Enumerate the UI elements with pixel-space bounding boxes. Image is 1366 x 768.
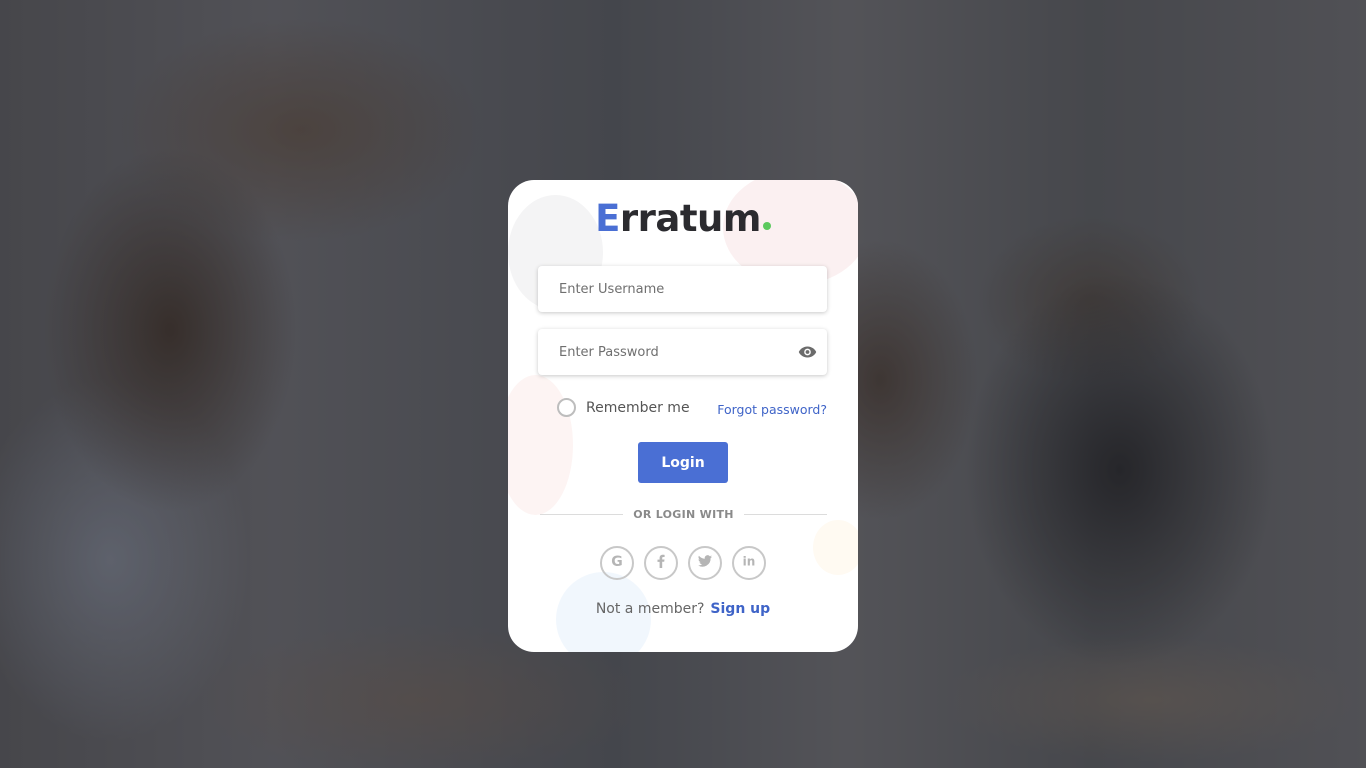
signup-row: Not a member? Sign up [508, 601, 858, 617]
linkedin-login-button[interactable]: in [732, 546, 766, 580]
decorative-blob [508, 375, 573, 515]
google-login-button[interactable]: G [600, 546, 634, 580]
twitter-login-button[interactable] [688, 546, 722, 580]
svg-text:G: G [611, 554, 623, 569]
google-icon: G [609, 553, 625, 573]
forgot-password-link[interactable]: Forgot password? [717, 402, 827, 417]
remember-me-checkbox[interactable] [557, 398, 576, 417]
divider-line [743, 514, 827, 515]
signup-prompt: Not a member? [595, 601, 705, 617]
svg-text:in: in [743, 555, 756, 569]
username-input[interactable] [538, 266, 827, 312]
remember-me-label: Remember me [586, 399, 690, 416]
facebook-icon [653, 553, 669, 573]
password-field [538, 329, 827, 375]
remember-me-toggle[interactable]: Remember me [557, 398, 690, 417]
social-login-buttons: G in [508, 546, 858, 580]
eye-icon[interactable] [798, 344, 817, 360]
login-button[interactable]: Login [638, 442, 728, 483]
social-divider: OR LOGIN WITH [540, 508, 827, 521]
linkedin-icon: in [741, 553, 757, 573]
login-card: Erratum Remember me Forgot password? Log… [508, 180, 858, 652]
logo-rest: rratum [619, 197, 762, 240]
facebook-login-button[interactable] [644, 546, 678, 580]
signup-link[interactable]: Sign up [710, 601, 770, 617]
brand-logo: Erratum [508, 197, 858, 240]
password-input[interactable] [538, 329, 827, 375]
divider-line [540, 514, 624, 515]
twitter-icon [697, 553, 713, 573]
logo-dot [762, 222, 771, 230]
divider-label: OR LOGIN WITH [633, 508, 734, 521]
username-field [538, 266, 827, 312]
logo-initial: E [595, 197, 620, 240]
